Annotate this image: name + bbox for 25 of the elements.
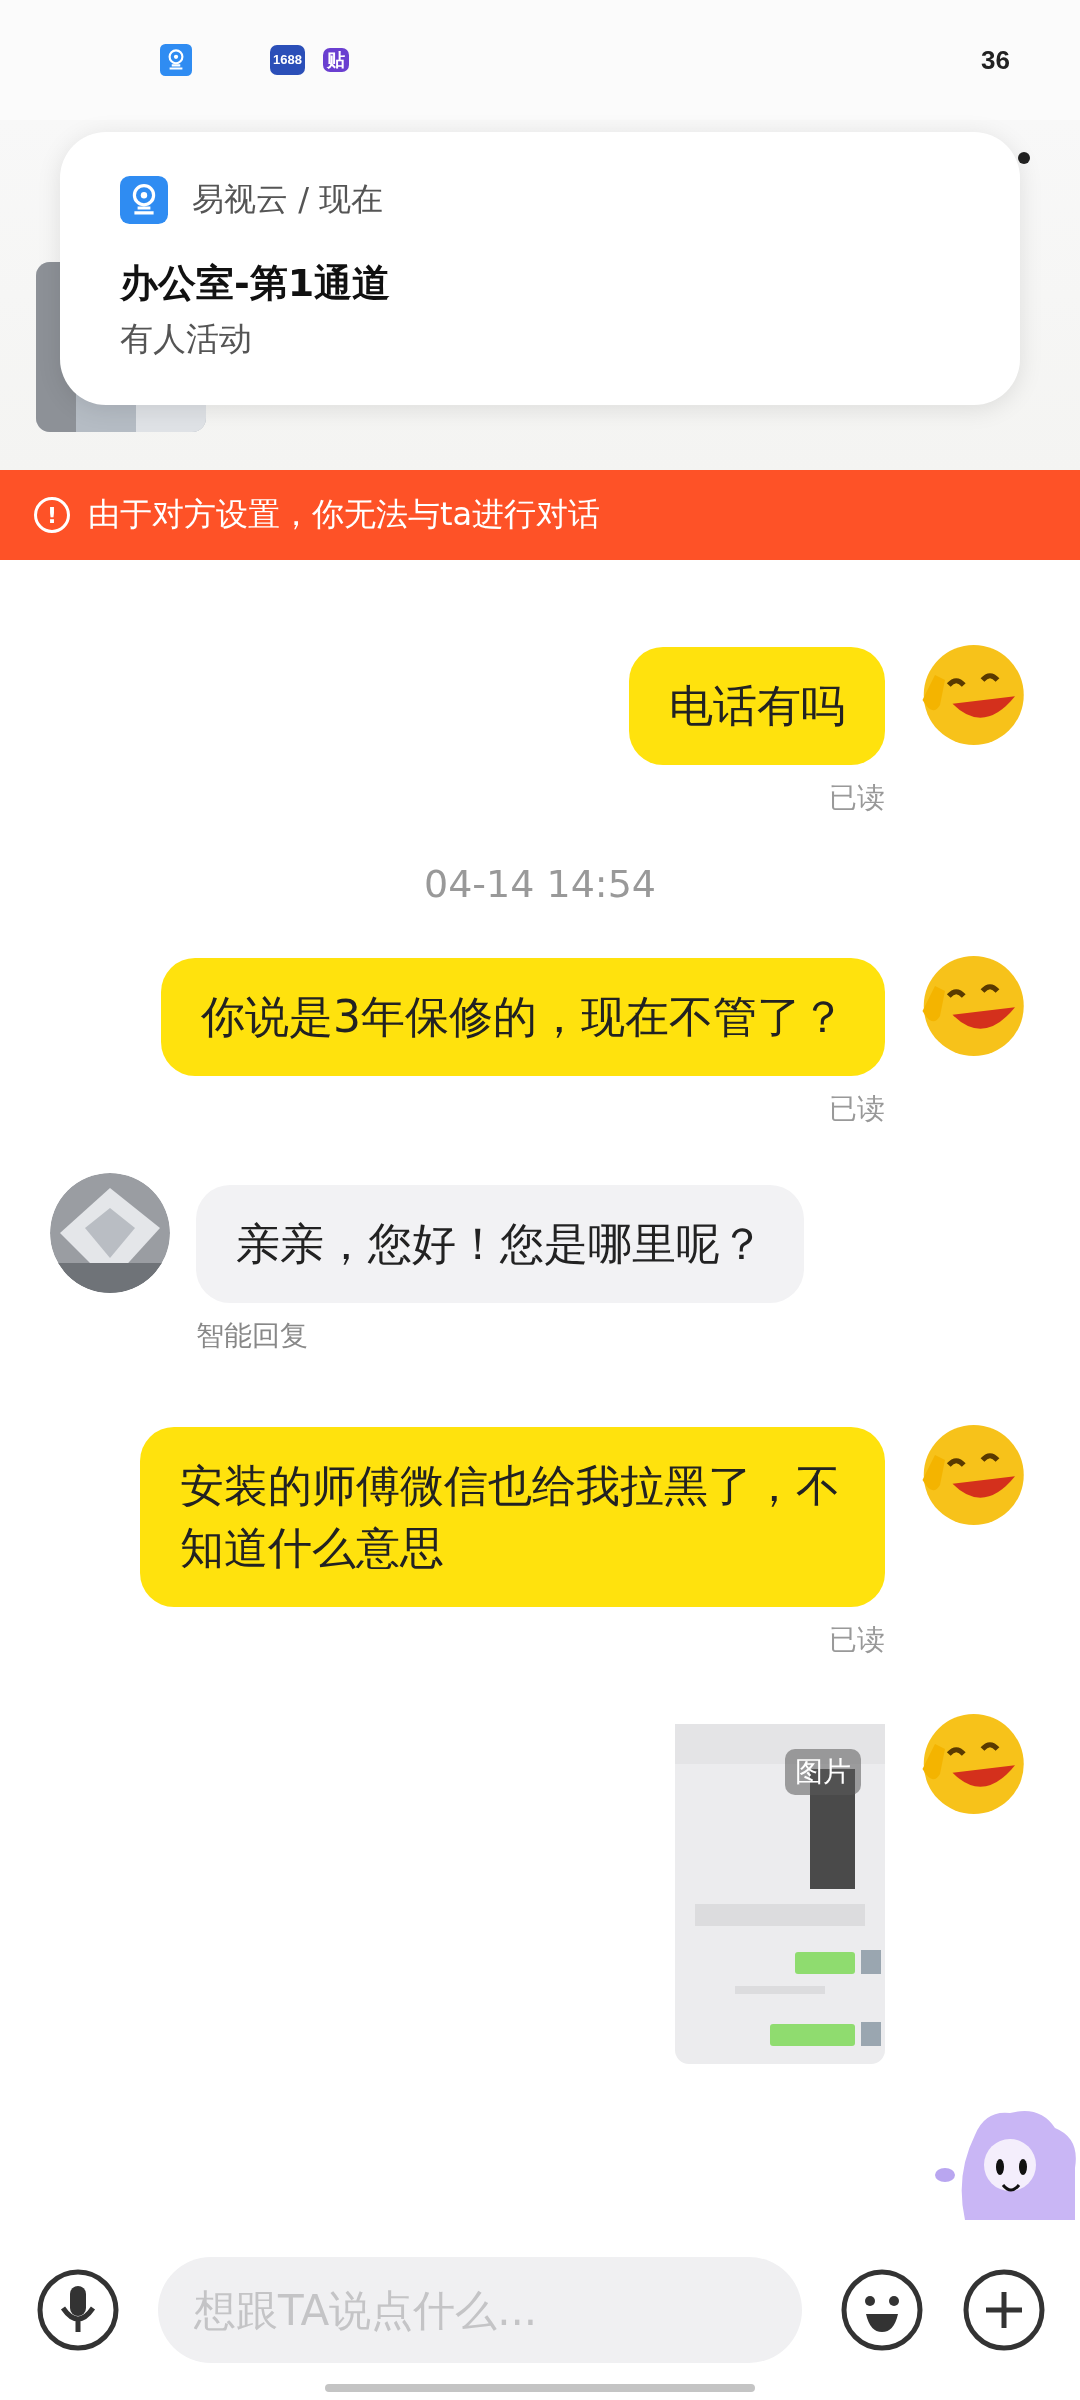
app-icon: 1688 (270, 45, 305, 75)
warning-icon: ! (34, 497, 70, 533)
notification-source: 易视云 / 现在 (192, 179, 384, 220)
notification-text: 有人活动 (120, 318, 253, 360)
app-icon: 贴 (322, 48, 349, 72)
camera-app-icon (120, 176, 168, 224)
battery-level: 36 (981, 44, 1010, 76)
camera-app-icon (160, 44, 192, 76)
read-status: 已读 (829, 1622, 885, 1658)
message-bubble[interactable]: 亲亲，您好！您是哪里呢？ (196, 1185, 804, 1303)
read-status: 已读 (829, 780, 885, 816)
add-button[interactable] (962, 2268, 1046, 2352)
notification-card[interactable]: 易视云 / 现在 办公室-第1通道 有人活动 (60, 132, 1020, 405)
more-icon[interactable] (1018, 152, 1030, 164)
message-bubble[interactable]: 安装的师傅微信也给我拉黑了，不知道什么意思 (140, 1427, 885, 1607)
image-label: 图片 (785, 1749, 861, 1795)
timestamp: 04-14 14:54 (424, 862, 656, 906)
warning-text: 由于对方设置，你无法与ta进行对话 (88, 494, 601, 535)
emoji-button[interactable] (840, 2268, 924, 2352)
auto-reply-label: 智能回复 (196, 1318, 308, 1354)
notification-title: 办公室-第1通道 (120, 260, 392, 307)
message-bubble[interactable]: 电话有吗 (629, 647, 885, 765)
read-status: 已读 (829, 1091, 885, 1127)
voice-button[interactable] (36, 2268, 120, 2352)
message-bubble[interactable]: 你说是3年保修的，现在不管了？ (161, 958, 885, 1076)
